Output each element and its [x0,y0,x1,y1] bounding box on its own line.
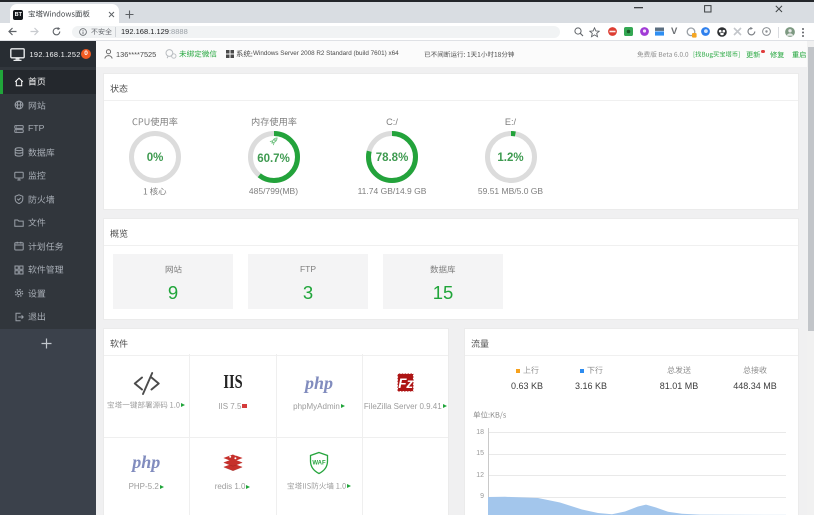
svg-text:WAF: WAF [312,461,326,467]
